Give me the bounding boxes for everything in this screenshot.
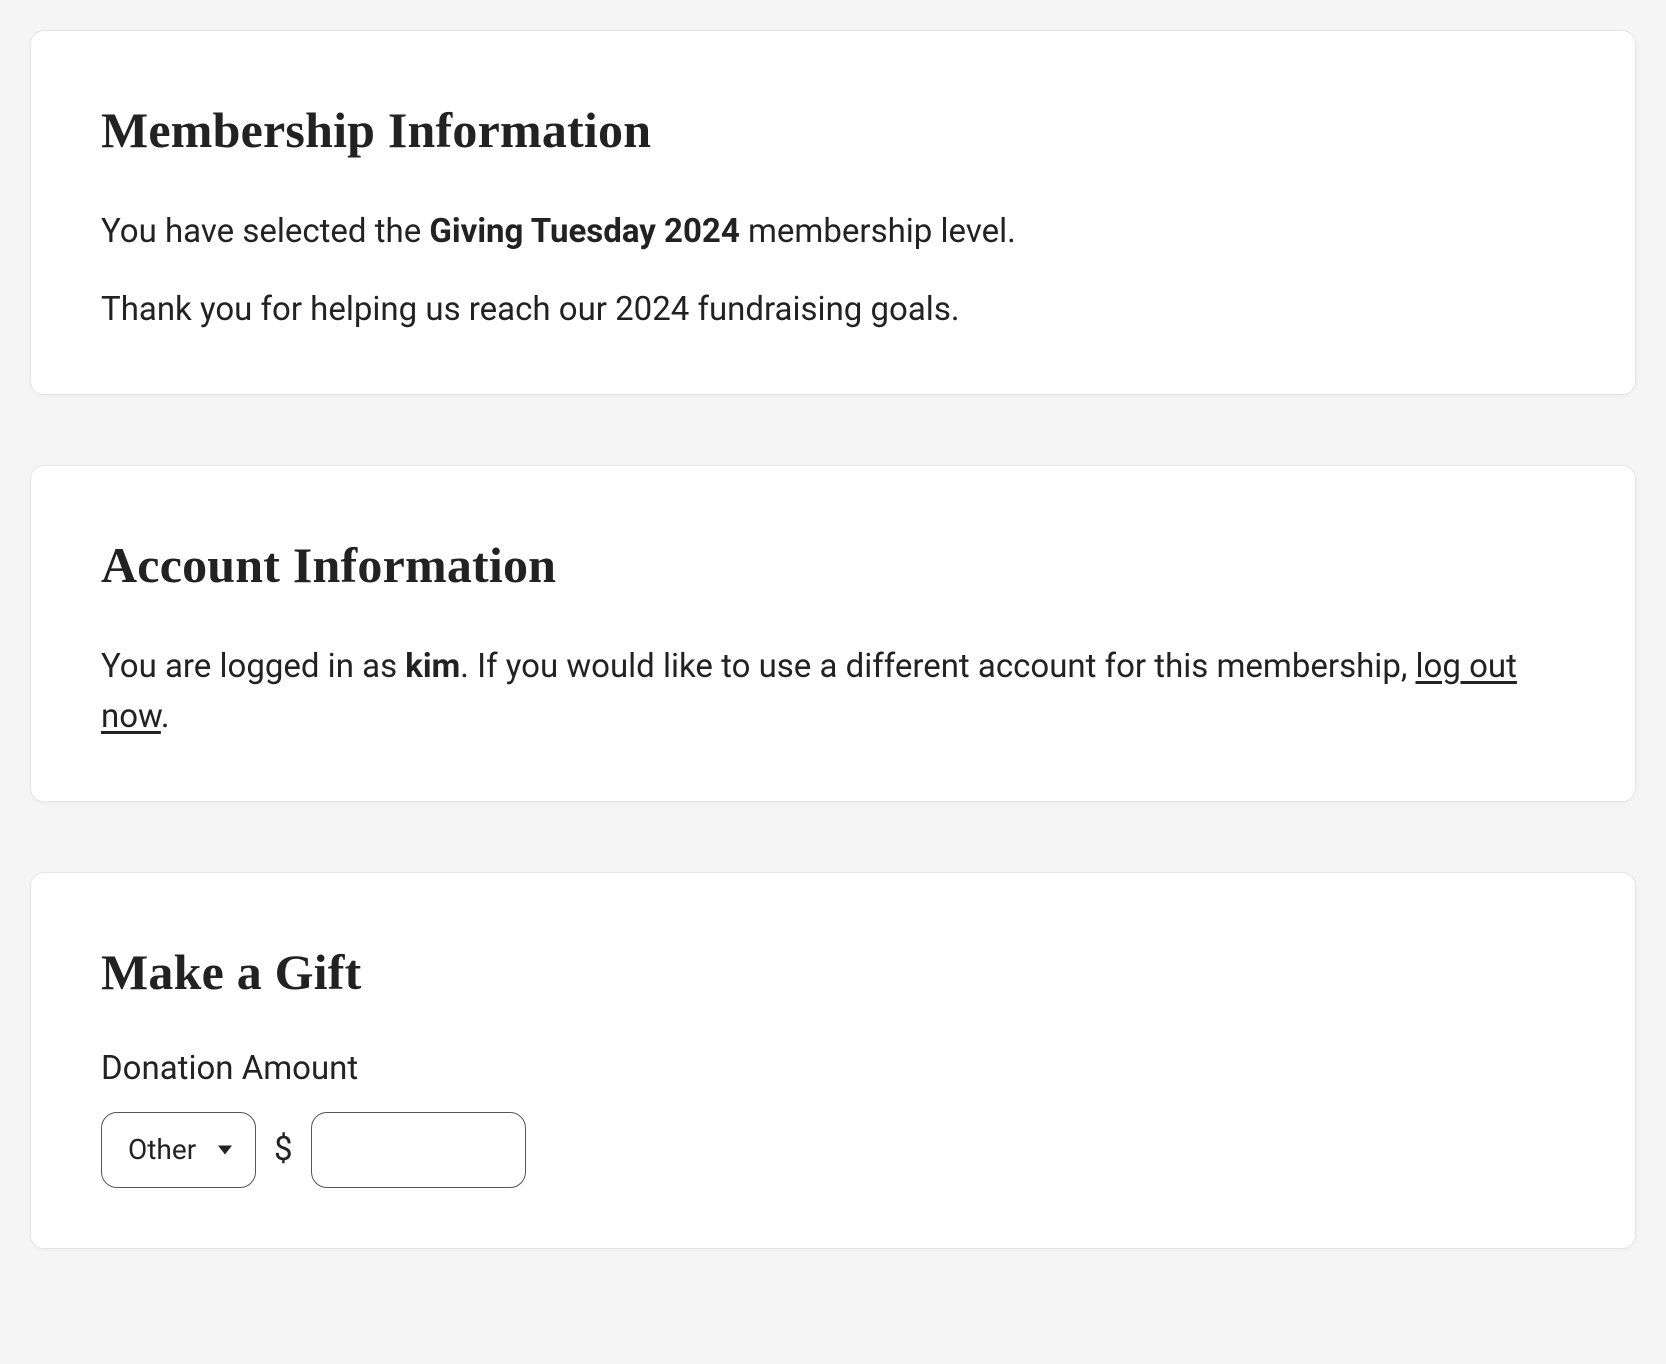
membership-title: Membership Information xyxy=(101,101,1565,159)
amount-select-wrap: Other xyxy=(101,1112,256,1188)
membership-level-name: Giving Tuesday 2024 xyxy=(429,212,739,251)
amount-select[interactable]: Other xyxy=(101,1112,256,1188)
currency-symbol: $ xyxy=(274,1130,293,1169)
account-mid: . If you would like to use a different a… xyxy=(460,647,1415,686)
membership-card: Membership Information You have selected… xyxy=(30,30,1636,395)
account-card: Account Information You are logged in as… xyxy=(30,465,1636,802)
donation-amount-label: Donation Amount xyxy=(101,1049,1565,1088)
gift-card: Make a Gift Donation Amount Other $ xyxy=(30,872,1636,1249)
membership-prefix: You have selected the xyxy=(101,212,429,251)
membership-suffix: membership level. xyxy=(740,212,1016,251)
account-logged-in-text: You are logged in as kim. If you would l… xyxy=(101,642,1565,741)
donation-row: Other $ xyxy=(101,1112,1565,1188)
account-title: Account Information xyxy=(101,536,1565,594)
amount-input[interactable] xyxy=(311,1112,526,1188)
account-username: kim xyxy=(405,647,460,686)
account-prefix: You are logged in as xyxy=(101,647,405,686)
membership-thanks: Thank you for helping us reach our 2024 … xyxy=(101,285,1565,335)
account-suffix: . xyxy=(161,697,170,736)
gift-title: Make a Gift xyxy=(101,943,1565,1001)
membership-selected-text: You have selected the Giving Tuesday 202… xyxy=(101,207,1565,257)
